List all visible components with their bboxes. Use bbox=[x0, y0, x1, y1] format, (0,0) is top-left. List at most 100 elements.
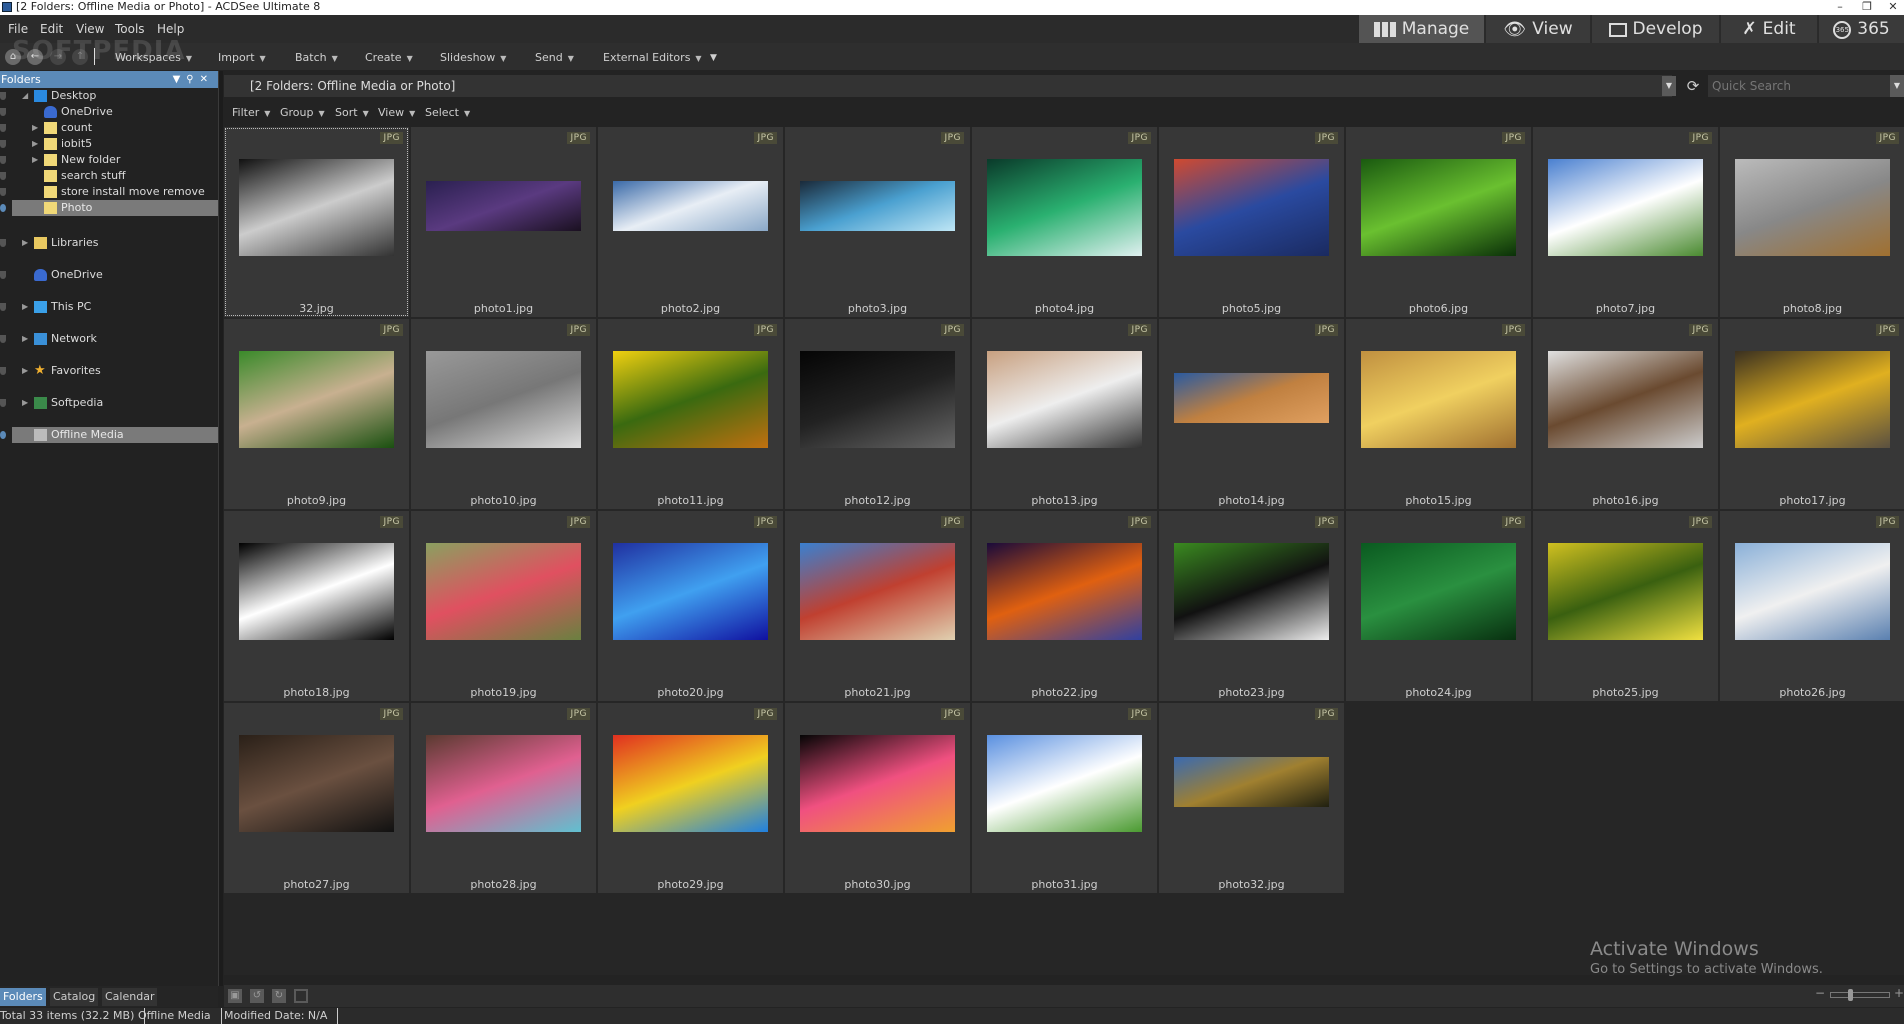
thumbnail-image[interactable] bbox=[1361, 351, 1516, 448]
panel-dropdown-icon[interactable]: ▼ bbox=[173, 74, 187, 85]
thumbnail-item[interactable]: JPG photo8.jpg bbox=[1720, 127, 1904, 317]
thumbnail-item[interactable]: JPG photo10.jpg bbox=[411, 319, 596, 509]
thumbnail-image[interactable] bbox=[1174, 543, 1329, 640]
import-menu[interactable]: Import ▼ bbox=[218, 51, 266, 64]
thumbnail-image[interactable] bbox=[1174, 159, 1329, 256]
tree-item[interactable]: store install move remove bbox=[0, 184, 218, 200]
compare-icon[interactable] bbox=[294, 989, 308, 1003]
thumbnail-item[interactable]: JPG photo4.jpg bbox=[972, 127, 1157, 317]
tree-item[interactable]: ▶ iobit5 bbox=[0, 136, 218, 152]
thumbnail-item[interactable]: JPG photo19.jpg bbox=[411, 511, 596, 701]
rotate-right-icon[interactable]: ↻ bbox=[272, 989, 286, 1003]
external-editors-menu[interactable]: External Editors ▼ bbox=[603, 51, 702, 64]
toolbar-overflow-button[interactable]: ▼ bbox=[710, 53, 717, 63]
gutter-marker[interactable] bbox=[0, 303, 6, 311]
expand-arrow-icon[interactable]: ▶ bbox=[22, 363, 28, 379]
thumbnail-image[interactable] bbox=[239, 351, 394, 448]
thumbnail-image[interactable] bbox=[987, 159, 1142, 256]
mode-365-button[interactable]: 365 365 bbox=[1818, 15, 1904, 44]
thumbnail-item[interactable]: JPG photo7.jpg bbox=[1533, 127, 1718, 317]
thumbnail-item[interactable]: JPG photo9.jpg bbox=[224, 319, 409, 509]
gutter-marker[interactable] bbox=[0, 92, 6, 100]
thumbnail-image[interactable] bbox=[613, 543, 768, 640]
expand-arrow-icon[interactable]: ▶ bbox=[22, 331, 28, 347]
thumbnail-item[interactable]: JPG photo27.jpg bbox=[224, 703, 409, 893]
batch-menu[interactable]: Batch ▼ bbox=[295, 51, 338, 64]
thumbnail-item[interactable]: JPG photo16.jpg bbox=[1533, 319, 1718, 509]
thumbnail-item[interactable]: JPG photo20.jpg bbox=[598, 511, 783, 701]
gutter-marker[interactable] bbox=[0, 172, 6, 180]
thumbnail-item[interactable]: JPG photo2.jpg bbox=[598, 127, 783, 317]
thumbnail-item[interactable]: JPG photo25.jpg bbox=[1533, 511, 1718, 701]
restore-button[interactable]: ❐ bbox=[1857, 0, 1877, 13]
create-menu[interactable]: Create ▼ bbox=[365, 51, 413, 64]
thumbnail-image[interactable] bbox=[426, 181, 581, 231]
group-menu[interactable]: Group ▼ bbox=[280, 106, 325, 119]
thumbnail-item[interactable]: JPG photo29.jpg bbox=[598, 703, 783, 893]
gutter-marker[interactable] bbox=[0, 188, 6, 196]
path-bar[interactable]: [2 Folders: Offline Media or Photo] bbox=[224, 75, 1672, 97]
thumbnail-image[interactable] bbox=[987, 735, 1142, 832]
filter-menu[interactable]: Filter ▼ bbox=[232, 106, 270, 119]
slideshow-menu[interactable]: Slideshow ▼ bbox=[440, 51, 506, 64]
thumbnail-item[interactable]: JPG photo23.jpg bbox=[1159, 511, 1344, 701]
thumbnail-item[interactable]: JPG photo30.jpg bbox=[785, 703, 970, 893]
thumbnail-image[interactable] bbox=[239, 735, 394, 832]
thumbnail-image[interactable] bbox=[1548, 351, 1703, 448]
thumbnail-item[interactable]: JPG photo31.jpg bbox=[972, 703, 1157, 893]
pin-icon[interactable]: ⚲ bbox=[186, 74, 199, 85]
view-menu[interactable]: View ▼ bbox=[378, 106, 415, 119]
thumbnail-item[interactable]: JPG photo18.jpg bbox=[224, 511, 409, 701]
gutter-marker[interactable] bbox=[0, 239, 6, 247]
thumbnail-item[interactable]: JPG 32.jpg bbox=[224, 127, 409, 317]
thumbnail-item[interactable]: JPG photo21.jpg bbox=[785, 511, 970, 701]
thumbnail-image[interactable] bbox=[613, 351, 768, 448]
thumbnail-image[interactable] bbox=[1735, 159, 1890, 256]
thumbnail-image[interactable] bbox=[426, 543, 581, 640]
mode-develop-button[interactable]: Develop bbox=[1591, 15, 1719, 44]
mode-edit-button[interactable]: ✗ Edit bbox=[1720, 15, 1817, 44]
thumbnail-image[interactable] bbox=[987, 351, 1142, 448]
zoom-slider-thumb[interactable] bbox=[1847, 989, 1853, 1001]
thumbnail-item[interactable]: JPG photo11.jpg bbox=[598, 319, 783, 509]
thumbnail-image[interactable] bbox=[1548, 159, 1703, 256]
collapse-arrow-icon[interactable]: ◢ bbox=[22, 88, 28, 104]
gutter-marker[interactable] bbox=[0, 156, 6, 164]
thumbnail-image[interactable] bbox=[239, 159, 394, 256]
tab-folders[interactable]: Folders bbox=[0, 988, 46, 1006]
tree-item[interactable]: ▶ New folder bbox=[0, 152, 218, 168]
menu-tools[interactable]: Tools bbox=[115, 22, 145, 36]
thumbnail-image[interactable] bbox=[1735, 351, 1890, 448]
path-dropdown-button[interactable]: ▼ bbox=[1662, 76, 1676, 96]
menu-help[interactable]: Help bbox=[157, 22, 184, 36]
tab-catalog[interactable]: Catalog bbox=[50, 988, 99, 1006]
thumbnail-item[interactable]: JPG photo17.jpg bbox=[1720, 319, 1904, 509]
send-menu[interactable]: Send ▼ bbox=[535, 51, 574, 64]
gutter-marker[interactable] bbox=[0, 108, 6, 116]
tree-item[interactable]: Photo bbox=[0, 200, 218, 216]
gutter-marker[interactable] bbox=[0, 204, 6, 212]
gutter-marker[interactable] bbox=[0, 271, 6, 279]
thumbnail-item[interactable]: JPG photo1.jpg bbox=[411, 127, 596, 317]
thumbnail-image[interactable] bbox=[987, 543, 1142, 640]
tree-item[interactable]: ▶ This PC bbox=[0, 299, 218, 315]
mode-manage-button[interactable]: Manage bbox=[1358, 15, 1484, 44]
thumbnail-image[interactable] bbox=[426, 735, 581, 832]
thumbnail-item[interactable]: JPG photo32.jpg bbox=[1159, 703, 1344, 893]
tree-item[interactable]: ▶ ★ Favorites bbox=[0, 363, 218, 379]
gutter-marker[interactable] bbox=[0, 399, 6, 407]
tree-item[interactable]: OneDrive bbox=[0, 267, 218, 283]
expand-arrow-icon[interactable]: ▶ bbox=[32, 152, 38, 168]
expand-arrow-icon[interactable]: ▶ bbox=[22, 235, 28, 251]
thumbnail-item[interactable]: JPG photo13.jpg bbox=[972, 319, 1157, 509]
rotate-left-icon[interactable]: ↺ bbox=[250, 989, 264, 1003]
thumbnail-image[interactable] bbox=[800, 351, 955, 448]
tree-item[interactable]: ◢ Desktop bbox=[0, 88, 218, 104]
gutter-marker[interactable] bbox=[0, 335, 6, 343]
tree-item[interactable]: ▶ Softpedia bbox=[0, 395, 218, 411]
thumbnail-image[interactable] bbox=[426, 351, 581, 448]
zoom-slider[interactable] bbox=[1830, 989, 1890, 1001]
sort-menu[interactable]: Sort ▼ bbox=[335, 106, 369, 119]
thumbnail-image[interactable] bbox=[1174, 373, 1329, 423]
tree-item[interactable]: search stuff bbox=[0, 168, 218, 184]
